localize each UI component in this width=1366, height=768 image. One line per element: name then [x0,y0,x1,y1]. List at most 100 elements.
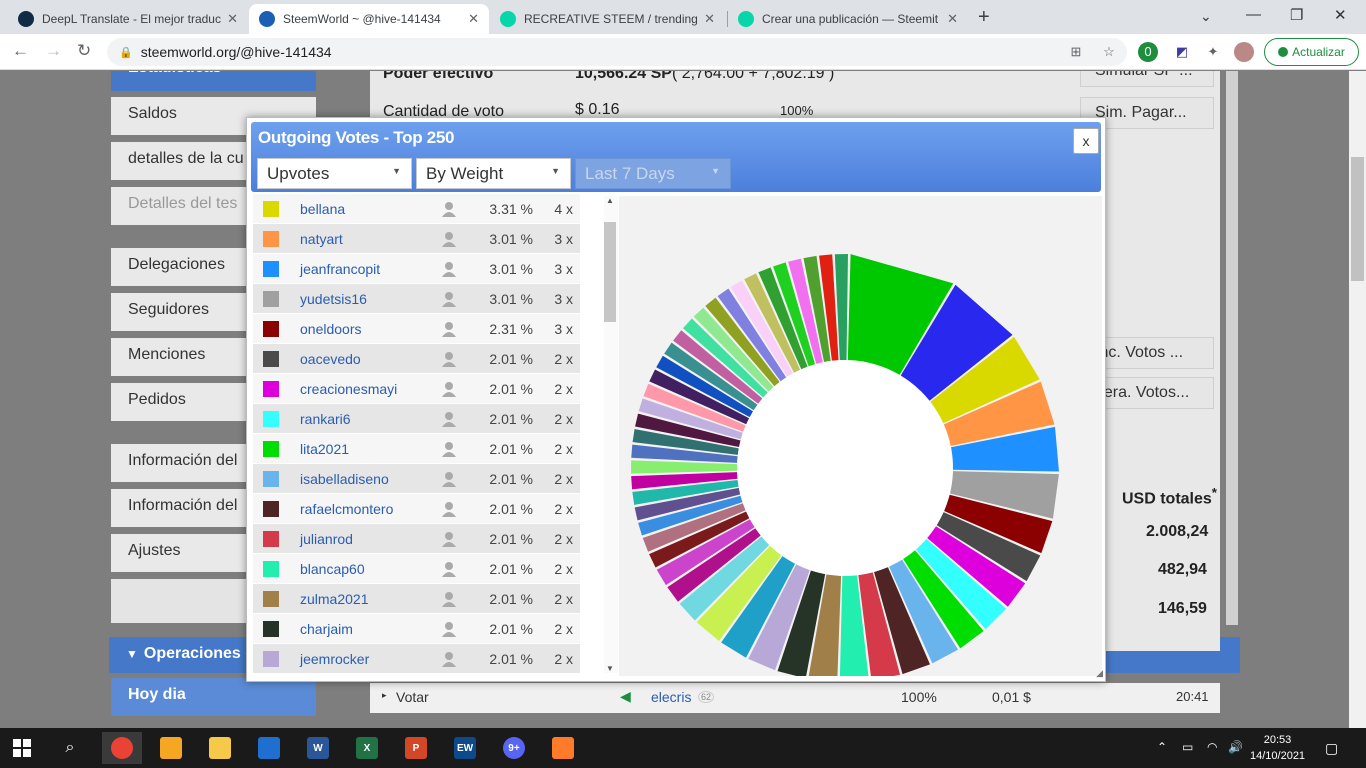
person-icon[interactable] [440,590,458,608]
translate-icon[interactable]: ⊞ [1066,42,1086,62]
extension-arrow-icon[interactable]: ◩ [1172,42,1192,62]
taskbar-discord-icon[interactable]: 9+ [494,732,534,764]
voter-name-link[interactable]: jeanfrancopit [300,261,440,277]
volume-icon[interactable]: 🔊 [1228,740,1243,754]
vote-row[interactable]: lita2021 2.01 % 2 x [253,434,580,464]
vote-row[interactable]: oacevedo 2.01 % 2 x [253,344,580,374]
windows-start-icon[interactable] [2,732,42,764]
person-icon[interactable] [440,560,458,578]
voter-name-link[interactable]: blancap60 [300,561,440,577]
address-bar[interactable]: 🔒 steemworld.org/@hive-141434 [107,38,1127,66]
taskbar-vpn-icon[interactable] [151,732,191,764]
vote-row[interactable]: natyart 3.01 % 3 x [253,224,580,254]
donut-slice[interactable] [631,460,738,474]
vote-row[interactable]: oneldoors 2.31 % 3 x [253,314,580,344]
operation-row[interactable]: ▸ Votar ◀ elecris 62 100% 0,01 $ 20:41 [370,683,1220,713]
hoy-dia-tab[interactable]: Hoy dia [111,678,316,716]
voter-name-link[interactable]: bellana [300,201,440,217]
battery-icon[interactable]: ▭ [1182,740,1193,754]
vote-row[interactable]: rankari6 2.01 % 2 x [253,404,580,434]
search-icon[interactable]: ⌕ [50,732,90,764]
extension-shield-icon[interactable]: 0 [1138,42,1158,62]
tab-steemworld[interactable]: SteemWorld ~ @hive-141434 ✕ [249,4,489,34]
close-window-button[interactable]: ✕ [1334,6,1347,24]
taskbar-security-icon[interactable] [249,732,289,764]
restore-button[interactable]: ❐ [1290,6,1303,24]
simular-sp-button[interactable]: Simular SP ... [1080,71,1214,87]
vote-row[interactable]: zulma2021 2.01 % 2 x [253,584,580,614]
system-clock[interactable]: 20:53 14/10/2021 [1250,732,1305,764]
person-icon[interactable] [440,260,458,278]
voter-name-link[interactable]: yudetsis16 [300,291,440,307]
update-button[interactable]: Actualizar [1264,38,1359,66]
voter-name-link[interactable]: charjaim [300,621,440,637]
person-icon[interactable] [440,290,458,308]
taskbar-powerpoint-icon[interactable]: P [396,732,436,764]
vote-type-select[interactable]: Upvotes ▼ [257,158,412,189]
period-select[interactable]: Last 7 Days ▼ [575,158,731,189]
new-tab-button[interactable]: + [978,6,990,29]
person-icon[interactable] [440,230,458,248]
votes-list-scroll-thumb[interactable] [604,222,616,322]
tab-recreative-steem[interactable]: RECREATIVE STEEM / trending — ✕ [490,4,725,34]
vote-row[interactable]: rafaelcmontero 2.01 % 2 x [253,494,580,524]
sort-select[interactable]: By Weight ▼ [416,158,571,189]
voter-name-link[interactable]: oacevedo [300,351,440,367]
tab-steemit-crear[interactable]: Crear una publicación — Steemit ✕ [728,4,968,34]
tab-search-icon[interactable]: ⌄ [1200,8,1212,25]
taskbar-ew-icon[interactable]: EW [445,732,485,764]
expand-arrow-icon[interactable]: ▸ [382,690,387,701]
votes-list-scrollbar[interactable]: ▲ ▼ [604,196,618,673]
notifications-icon[interactable]: ▢ [1325,740,1338,757]
resize-grip-icon[interactable]: ◢ [1096,668,1103,679]
person-icon[interactable] [440,350,458,368]
voter-name-link[interactable]: oneldoors [300,321,440,337]
voter-name-link[interactable]: lita2021 [300,441,440,457]
page-scrollbar[interactable] [1349,71,1366,728]
forward-arrow-icon[interactable]: → [45,41,62,61]
voter-name-link[interactable]: rafaelcmontero [300,501,440,517]
person-icon[interactable] [440,440,458,458]
vote-row[interactable]: charjaim 2.01 % 2 x [253,614,580,644]
extensions-puzzle-icon[interactable]: ✦ [1203,42,1223,62]
person-icon[interactable] [440,470,458,488]
person-icon[interactable] [440,410,458,428]
voter-name-link[interactable]: creacionesmayi [300,381,440,397]
taskbar-sublime-icon[interactable] [543,732,583,764]
close-tab-icon[interactable]: ✕ [947,11,958,27]
vote-row[interactable]: blancap60 2.01 % 2 x [253,554,580,584]
vote-row[interactable]: jeanfrancopit 3.01 % 3 x [253,254,580,284]
vote-row[interactable]: julianrod 2.01 % 2 x [253,524,580,554]
op-user[interactable]: elecris [651,689,691,705]
page-scrollbar-thumb[interactable] [1351,157,1364,281]
person-icon[interactable] [440,530,458,548]
scroll-down-icon[interactable]: ▼ [606,664,614,673]
person-icon[interactable] [440,380,458,398]
close-tab-icon[interactable]: ✕ [704,11,715,27]
reload-icon[interactable]: ↻ [77,41,91,61]
scroll-up-icon[interactable]: ▲ [606,196,614,205]
vote-row[interactable]: isabelladiseno 2.01 % 2 x [253,464,580,494]
person-icon[interactable] [440,500,458,518]
voter-name-link[interactable]: zulma2021 [300,591,440,607]
voter-name-link[interactable]: julianrod [300,531,440,547]
vote-row[interactable]: yudetsis16 3.01 % 3 x [253,284,580,314]
person-icon[interactable] [440,620,458,638]
voter-name-link[interactable]: isabelladiseno [300,471,440,487]
dialog-close-button[interactable]: x [1073,128,1099,154]
taskbar-excel-icon[interactable]: X [347,732,387,764]
vote-row[interactable]: creacionesmayi 2.01 % 2 x [253,374,580,404]
bookmark-star-icon[interactable]: ☆ [1099,42,1119,62]
close-tab-icon[interactable]: ✕ [468,11,479,27]
vote-row[interactable]: jeemrocker 2.01 % 2 x [253,644,580,674]
voter-name-link[interactable]: rankari6 [300,411,440,427]
estadisticas-button[interactable]: Estadísticas [111,71,316,91]
inner-scrollbar[interactable] [1226,71,1238,625]
person-icon[interactable] [440,200,458,218]
tray-chevron-icon[interactable]: ⌃ [1157,740,1167,754]
tab-deepl[interactable]: DeepL Translate - El mejor traduc ✕ [8,4,248,34]
taskbar-word-icon[interactable]: W [298,732,338,764]
taskbar-files-icon[interactable] [200,732,240,764]
wifi-icon[interactable]: ◠ [1207,740,1217,754]
profile-avatar[interactable] [1234,42,1254,62]
